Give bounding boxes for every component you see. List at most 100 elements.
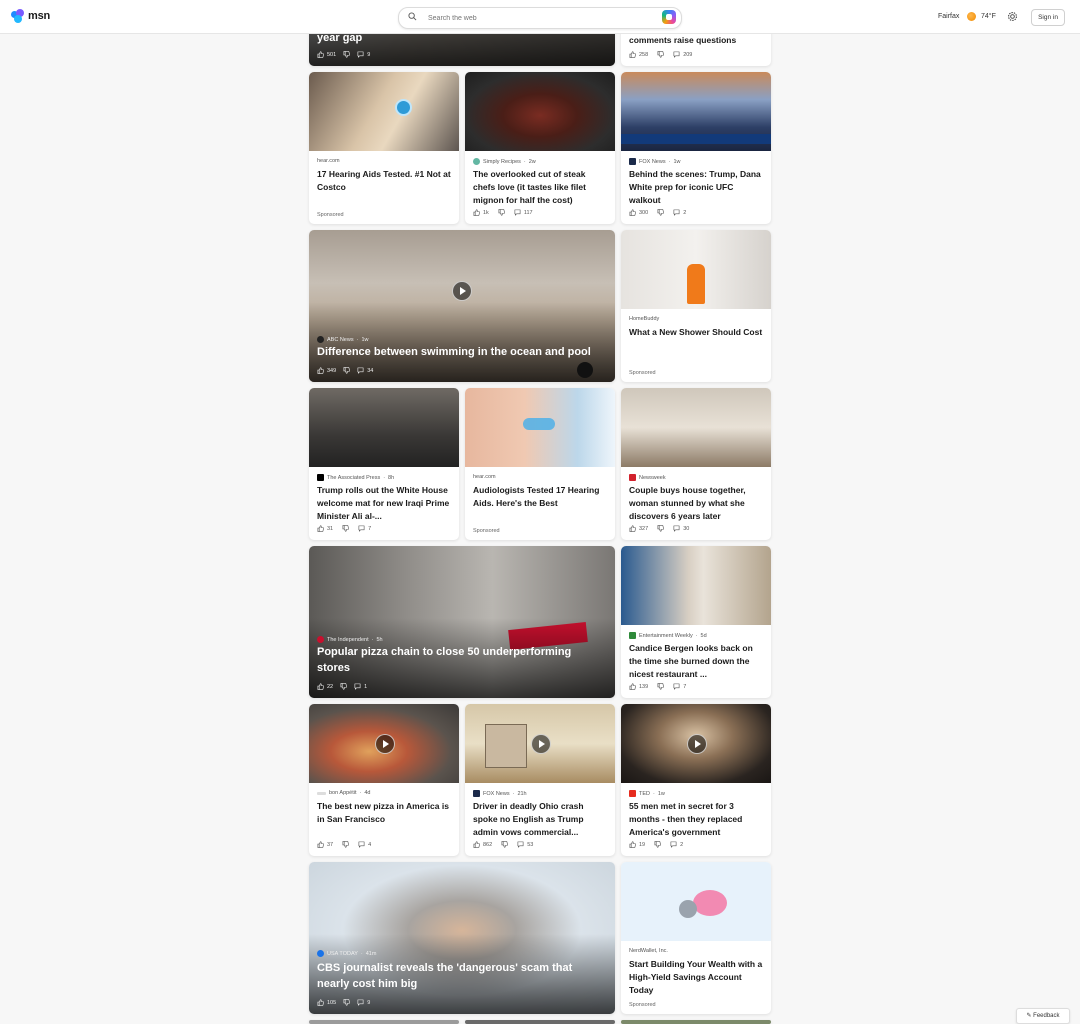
like-icon[interactable] bbox=[629, 525, 636, 532]
card-source[interactable]: hear.com bbox=[317, 158, 340, 164]
gear-icon[interactable] bbox=[1007, 11, 1018, 22]
sun-icon[interactable] bbox=[967, 12, 976, 21]
card-title[interactable]: Candice Bergen looks back on the time sh… bbox=[629, 642, 764, 681]
sponsored-card[interactable]: NerdWallet, Inc. Start Building Your Wea… bbox=[621, 862, 771, 1014]
dislike-icon[interactable] bbox=[501, 841, 509, 848]
like-icon[interactable] bbox=[317, 999, 324, 1006]
like-icon[interactable] bbox=[317, 841, 324, 848]
card-source[interactable]: Simply Recipes · 2w bbox=[473, 158, 536, 165]
video-card[interactable]: TED · 1w 55 men met in secret for 3 months… bbox=[621, 704, 771, 856]
play-icon[interactable] bbox=[687, 734, 707, 754]
sponsored-card[interactable]: hear.com Audiologists Tested 17 Hearing … bbox=[465, 388, 615, 540]
card-source[interactable]: ABC News · 1w bbox=[317, 336, 368, 343]
like-icon[interactable] bbox=[629, 683, 636, 690]
card-source[interactable]: Newsweek bbox=[629, 474, 666, 481]
dislike-icon[interactable] bbox=[498, 209, 505, 216]
news-card[interactable] bbox=[309, 1020, 459, 1024]
dislike-icon[interactable] bbox=[343, 367, 351, 374]
card-source[interactable]: FOX News · 1w bbox=[629, 158, 680, 165]
card-title[interactable]: Driver in deadly Ohio crash spoke no Eng… bbox=[473, 800, 608, 839]
news-card[interactable]: USA TODAY · 41m CBS journalist reveals the… bbox=[309, 862, 615, 1014]
dislike-icon[interactable] bbox=[343, 999, 351, 1006]
news-card[interactable]: Newsweek Couple buys house together, wom… bbox=[621, 388, 771, 540]
dislike-icon[interactable] bbox=[340, 683, 348, 690]
comment-icon[interactable] bbox=[673, 683, 680, 690]
sponsored-card[interactable]: hear.com 17 Hearing Aids Tested. #1 Not … bbox=[309, 72, 459, 224]
like-icon[interactable] bbox=[317, 525, 324, 532]
like-icon[interactable] bbox=[629, 51, 636, 58]
comment-icon[interactable] bbox=[673, 51, 680, 58]
like-icon[interactable] bbox=[317, 683, 324, 690]
card-title[interactable]: Difference between swimming in the ocean… bbox=[317, 344, 607, 360]
card-title[interactable]: comments raise questions bbox=[629, 34, 764, 47]
card-title[interactable]: 55 men met in secret for 3 months - then… bbox=[629, 800, 764, 839]
news-card[interactable]: FOX News · 1w Behind the scenes: Trump, Da… bbox=[621, 72, 771, 224]
signin-button[interactable]: Sign in bbox=[1031, 9, 1065, 26]
play-icon[interactable] bbox=[452, 281, 472, 301]
card-source[interactable]: TED · 1w bbox=[629, 790, 665, 797]
card-title[interactable]: Audiologists Tested 17 Hearing Aids. Her… bbox=[473, 484, 608, 510]
card-source[interactable]: bon Appétit · 4d bbox=[317, 790, 371, 796]
comment-icon[interactable] bbox=[358, 841, 365, 848]
like-icon[interactable] bbox=[629, 841, 636, 848]
location-label[interactable]: Fairfax bbox=[938, 13, 959, 20]
video-card[interactable]: FOX News · 21h Driver in deadly Ohio crash… bbox=[465, 704, 615, 856]
card-title[interactable]: CBS journalist reveals the 'dangerous' s… bbox=[317, 960, 607, 992]
card-title[interactable]: The overlooked cut of steak chefs love (… bbox=[473, 168, 608, 207]
comment-icon[interactable] bbox=[514, 209, 521, 216]
card-title[interactable]: The best new pizza in America is in San … bbox=[317, 800, 452, 826]
dislike-icon[interactable] bbox=[657, 525, 665, 532]
card-source[interactable]: The Independent · 5h bbox=[317, 636, 383, 643]
play-icon[interactable] bbox=[375, 734, 395, 754]
dislike-icon[interactable] bbox=[657, 209, 665, 216]
msn-logo[interactable]: msn bbox=[11, 9, 50, 23]
card-source[interactable]: hear.com bbox=[473, 474, 496, 480]
card-title[interactable]: Popular pizza chain to close 50 underper… bbox=[317, 644, 607, 676]
card-title[interactable]: Start Building Your Wealth with a High-Y… bbox=[629, 958, 764, 997]
card-source[interactable]: HomeBuddy bbox=[629, 316, 659, 322]
dislike-icon[interactable] bbox=[343, 51, 351, 58]
comment-icon[interactable] bbox=[673, 209, 680, 216]
card-source[interactable]: Entertainment Weekly · 5d bbox=[629, 632, 707, 639]
dislike-icon[interactable] bbox=[657, 51, 665, 58]
search-box[interactable] bbox=[398, 7, 682, 29]
like-icon[interactable] bbox=[629, 209, 636, 216]
news-card[interactable]: Simply Recipes · 2w The overlooked cut of … bbox=[465, 72, 615, 224]
news-card[interactable] bbox=[621, 1020, 771, 1024]
dislike-icon[interactable] bbox=[342, 841, 350, 848]
like-icon[interactable] bbox=[317, 51, 324, 58]
dislike-icon[interactable] bbox=[657, 683, 665, 690]
comment-icon[interactable] bbox=[357, 999, 364, 1006]
card-title[interactable]: 17 Hearing Aids Tested. #1 Not at Costco bbox=[317, 168, 452, 194]
card-source[interactable]: NerdWallet, Inc. bbox=[629, 948, 668, 954]
news-card[interactable]: The Independent · 5h Popular pizza chain t… bbox=[309, 546, 615, 698]
copilot-icon[interactable] bbox=[662, 10, 676, 24]
news-card[interactable]: The Associated Press · 8h Trump rolls out … bbox=[309, 388, 459, 540]
card-title[interactable]: Couple buys house together, woman stunne… bbox=[629, 484, 764, 523]
comment-icon[interactable] bbox=[517, 841, 524, 848]
card-title[interactable]: Behind the scenes: Trump, Dana White pre… bbox=[629, 168, 764, 207]
like-icon[interactable] bbox=[473, 841, 480, 848]
play-icon[interactable] bbox=[531, 734, 551, 754]
like-icon[interactable] bbox=[317, 367, 324, 374]
like-icon[interactable] bbox=[473, 209, 480, 216]
dislike-icon[interactable] bbox=[654, 841, 662, 848]
feedback-button[interactable]: ✎ Feedback bbox=[1016, 1008, 1070, 1024]
search-input[interactable] bbox=[426, 11, 650, 26]
card-source[interactable]: FOX News · 21h bbox=[473, 790, 527, 797]
sponsored-card[interactable]: HomeBuddy What a New Shower Should Cost … bbox=[621, 230, 771, 382]
news-card[interactable] bbox=[465, 1020, 615, 1024]
news-card[interactable]: Entertainment Weekly · 5d Candice Bergen l… bbox=[621, 546, 771, 698]
comment-icon[interactable] bbox=[670, 841, 677, 848]
comment-icon[interactable] bbox=[354, 683, 361, 690]
video-card[interactable]: bon Appétit · 4d The best new pizza in Ame… bbox=[309, 704, 459, 856]
comment-icon[interactable] bbox=[357, 367, 364, 374]
video-card[interactable]: ABC News · 1w Difference between swimming … bbox=[309, 230, 615, 382]
dislike-icon[interactable] bbox=[342, 525, 350, 532]
card-source[interactable]: The Associated Press · 8h bbox=[317, 474, 394, 481]
comment-icon[interactable] bbox=[673, 525, 680, 532]
card-source[interactable]: USA TODAY · 41m bbox=[317, 950, 376, 957]
card-title[interactable]: Trump rolls out the White House welcome … bbox=[317, 484, 452, 523]
temperature-label[interactable]: 74°F bbox=[981, 13, 996, 20]
comment-icon[interactable] bbox=[357, 51, 364, 58]
